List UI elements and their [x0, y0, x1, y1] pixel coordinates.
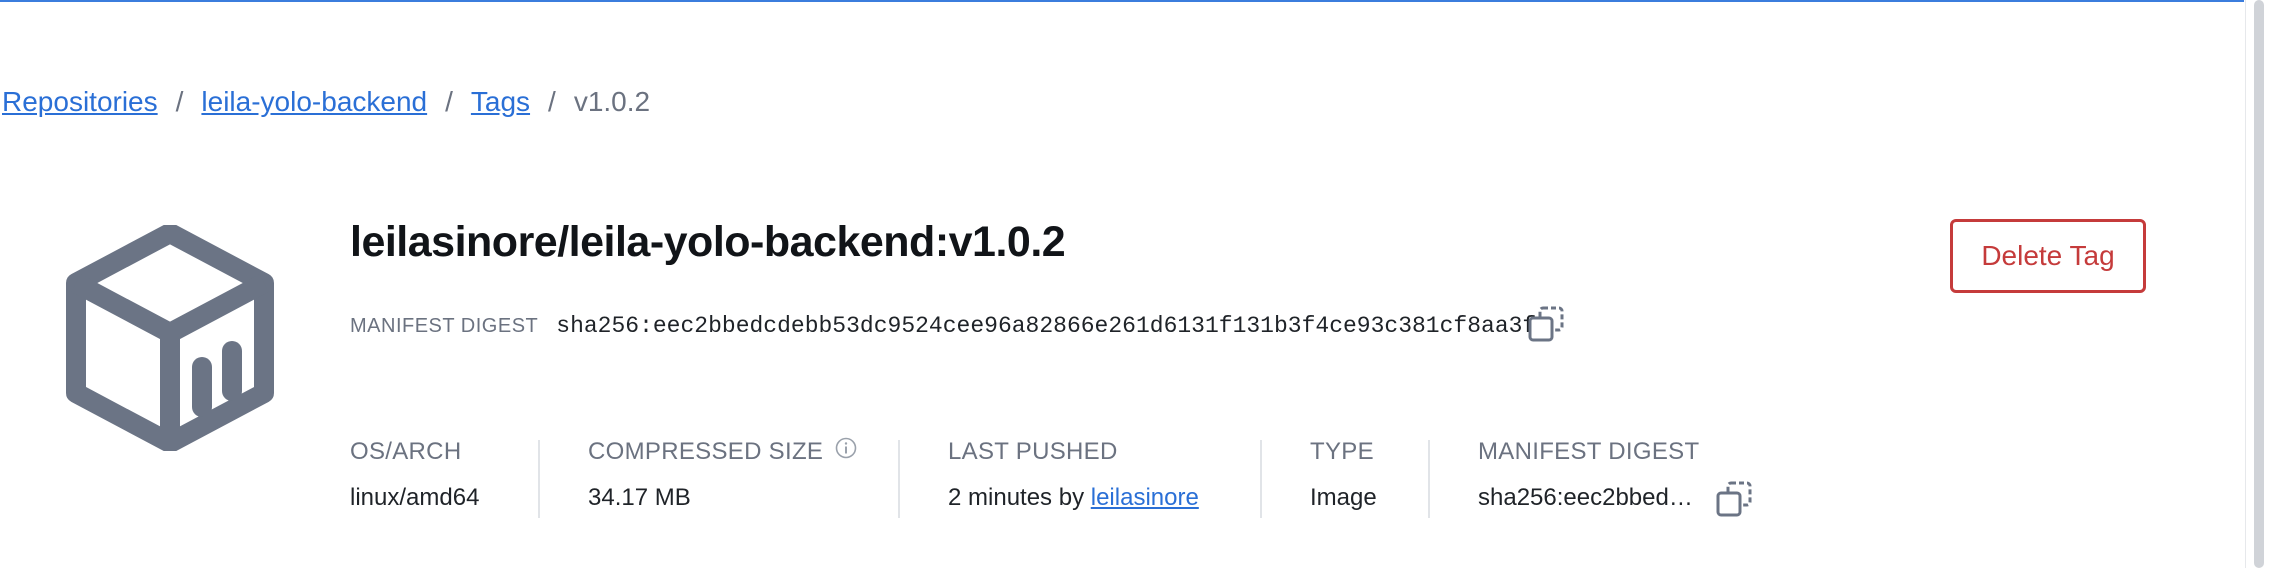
manifest-digest-label: MANIFEST DIGEST: [1478, 438, 1700, 465]
delete-tag-button[interactable]: Delete Tag: [1950, 219, 2146, 293]
manifest-digest-column: MANIFEST DIGEST sha256:eec2bbed…: [1478, 434, 1699, 524]
top-accent-line: [0, 0, 2244, 2]
column-divider: [1260, 440, 1262, 518]
os-arch-label: OS/ARCH: [350, 438, 462, 465]
column-divider: [898, 440, 900, 518]
last-pushed-column: LAST PUSHED 2 minutes by leilasinore: [948, 434, 1199, 524]
digest-label: MANIFEST DIGEST: [350, 314, 539, 337]
breadcrumb-tags-link[interactable]: Tags: [471, 86, 530, 118]
scrollbar-track[interactable]: [2245, 0, 2272, 568]
compressed-size-header: COMPRESSED SIZE: [588, 434, 857, 470]
copy-icon[interactable]: [1526, 305, 1566, 345]
breadcrumb-current: v1.0.2: [573, 86, 651, 117]
digest-value: sha256:eec2bbedcdebb53dc9524cee96a82866e…: [556, 313, 1537, 339]
os-arch-column: OS/ARCH linux/amd64: [350, 434, 479, 524]
breadcrumb-separator: /: [175, 86, 184, 117]
column-divider: [538, 440, 540, 518]
scrollbar-thumb[interactable]: [2246, 0, 2272, 568]
os-arch-value: linux/amd64: [350, 484, 480, 511]
copy-icon[interactable]: [1714, 480, 1754, 520]
compressed-size-value: 34.17 MB: [588, 484, 691, 511]
type-value: Image: [1310, 484, 1377, 511]
repository-box-icon: [66, 225, 274, 451]
column-divider: [1428, 440, 1430, 518]
breadcrumb-separator: /: [445, 86, 453, 117]
last-pushed-time: 2 minutes by: [948, 484, 1085, 511]
breadcrumb-repo-link[interactable]: leila-yolo-backend: [201, 86, 427, 118]
pushed-by-user-link[interactable]: leilasinore: [1091, 484, 1199, 511]
last-pushed-label: LAST PUSHED: [948, 438, 1118, 465]
breadcrumb-separator: /: [548, 86, 556, 117]
compressed-size-label: COMPRESSED SIZE: [588, 438, 824, 465]
breadcrumb: Repositories / leila-yolo-backend / Tags…: [2, 82, 650, 122]
manifest-digest-value: sha256:eec2bbed…: [1478, 484, 1693, 511]
breadcrumb-repositories-link[interactable]: Repositories: [2, 86, 158, 118]
type-column: TYPE Image: [1310, 434, 1377, 524]
last-pushed-value: 2 minutes by leilasinore: [948, 484, 1199, 512]
compressed-size-column: COMPRESSED SIZE 34.17 MB: [588, 434, 857, 524]
page-title: leilasinore/leila-yolo-backend:v1.0.2: [350, 218, 1066, 266]
type-label: TYPE: [1310, 438, 1374, 465]
info-icon[interactable]: [835, 437, 857, 459]
header-digest-row: MANIFEST DIGEST sha256:eec2bbedcdebb53dc…: [350, 306, 1536, 346]
